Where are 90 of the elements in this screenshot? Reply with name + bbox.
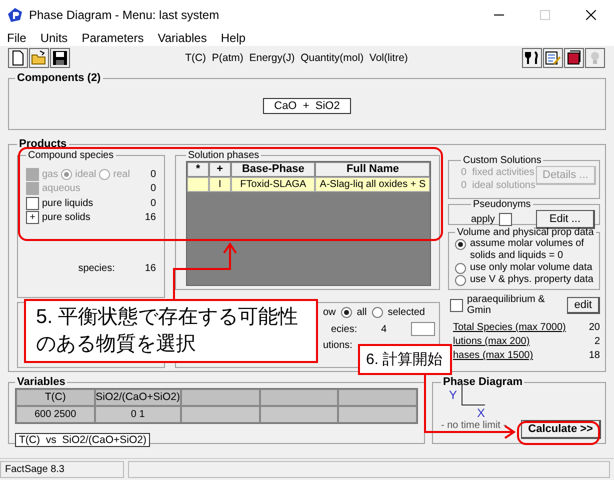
- species-count: 16: [144, 212, 156, 224]
- table-cell[interactable]: FToxid-SLAGA: [230, 177, 316, 192]
- species-count: 0: [150, 168, 156, 180]
- column-header: Full Name: [315, 162, 430, 177]
- panel-title: Products: [18, 138, 68, 150]
- radio-button[interactable]: [455, 275, 466, 286]
- panel-title: Variables: [16, 376, 66, 388]
- maximize-icon: [540, 10, 550, 20]
- edit-button[interactable]: Edit ...: [536, 210, 595, 229]
- total-label: lutions (max 200): [453, 336, 530, 347]
- callout-text: 6. 計算開始: [366, 350, 444, 370]
- radio-button[interactable]: [340, 307, 352, 318]
- option-label: ideal: [75, 168, 96, 180]
- species-label: aqueous: [42, 183, 80, 194]
- new-file-icon[interactable]: [10, 50, 26, 66]
- column-header: *: [187, 162, 209, 177]
- panel-title: Solution phases: [187, 150, 260, 161]
- column-header: T(C): [17, 390, 94, 405]
- option-label: use V & phys. property data: [470, 274, 594, 286]
- book-icon[interactable]: [566, 50, 582, 66]
- checkbox[interactable]: [498, 213, 512, 226]
- species-count: 0: [150, 183, 156, 194]
- callout-text: 5. 平衡状態で存在する可能性: [36, 305, 300, 330]
- callout-text: のある物質を選択: [36, 332, 197, 357]
- option-label: use only molar volume data: [470, 262, 592, 274]
- checkbox[interactable]: +: [26, 211, 39, 224]
- close-icon[interactable]: [586, 10, 596, 20]
- column-header: Base-Phase: [230, 162, 316, 177]
- species-count: 0: [150, 198, 156, 209]
- species-count: 16: [144, 263, 156, 274]
- solutions-label: utions:: [323, 340, 352, 351]
- folder-icon[interactable]: [31, 50, 47, 66]
- option-label: real: [113, 168, 130, 180]
- species-label: gas: [42, 168, 58, 180]
- edit-button[interactable]: edit: [567, 296, 600, 314]
- radio-button[interactable]: [372, 307, 383, 318]
- option-label: all: [356, 307, 367, 318]
- menu-item[interactable]: Variables: [158, 31, 207, 45]
- table-cell[interactable]: [182, 407, 259, 422]
- species-count: 4: [381, 324, 387, 334]
- total-label: Total Species (max 7000): [453, 322, 566, 333]
- axis-label: X: [477, 406, 486, 420]
- time-limit-label: - no time limit -: [441, 420, 507, 431]
- units-label: T(C) P(atm) Energy(J) Quantity(mol) Vol(litre): [184, 52, 409, 64]
- table-cell[interactable]: 600 2500: [17, 407, 94, 422]
- panel-title: Phase Diagram: [442, 376, 524, 388]
- show-label: ow: [322, 307, 336, 318]
- menu-item[interactable]: Units: [40, 31, 68, 45]
- panel-title: Volume and physical prop data: [456, 227, 595, 238]
- fork-knife-icon[interactable]: [524, 50, 540, 66]
- menu-item[interactable]: Parameters: [82, 31, 144, 45]
- notepad-pencil-icon[interactable]: [545, 50, 561, 66]
- axis-label: Y: [449, 388, 458, 404]
- radio-button[interactable]: [455, 263, 466, 274]
- species-label: species:: [78, 263, 115, 274]
- panel-title: Pseudonyms: [472, 199, 532, 210]
- species-label: pure solids: [42, 212, 90, 224]
- info-text: 0 fixed activities: [461, 166, 536, 179]
- column-header: +: [208, 162, 231, 177]
- checkbox[interactable]: [450, 298, 463, 312]
- table-cell[interactable]: [339, 407, 416, 422]
- option-label: selected: [388, 307, 425, 318]
- table-cell[interactable]: [260, 407, 338, 422]
- species-label: pure liquids: [42, 198, 94, 209]
- menu-item[interactable]: Help: [220, 31, 246, 45]
- table-cell[interactable]: I: [208, 177, 231, 192]
- total-value: 2: [594, 336, 600, 347]
- table-cell[interactable]: [187, 177, 209, 192]
- species-field[interactable]: [410, 322, 435, 336]
- status-text: FactSage 8.3: [0, 461, 124, 478]
- option-label: paraequilibrium & Gmin: [467, 294, 546, 316]
- radio-button[interactable]: [455, 239, 466, 250]
- panel-title: Components (2): [16, 72, 102, 84]
- checkbox[interactable]: [26, 196, 39, 210]
- total-label: hases (max 1500): [453, 350, 534, 361]
- components-field[interactable]: CaO + SiO2: [263, 98, 351, 114]
- info-text: 0 ideal solutions: [461, 179, 536, 192]
- apply-label: apply: [471, 214, 495, 225]
- app-logo-icon: [8, 8, 22, 22]
- menu-item[interactable]: File: [7, 31, 26, 45]
- species-label: ecies:: [331, 324, 358, 334]
- axes-field: T(C) vs SiO2/(CaO+SiO2): [15, 433, 150, 447]
- window-title: Phase Diagram - Menu: last system: [29, 8, 220, 22]
- total-value: 18: [588, 350, 600, 361]
- table-cell[interactable]: A-Slag-liq all oxides + S: [315, 177, 430, 192]
- panel-title: Compound species: [27, 150, 115, 161]
- panel-title: Custom Solutions: [462, 155, 542, 166]
- table-cell[interactable]: 0 1: [96, 407, 180, 422]
- total-value: 20: [588, 322, 600, 333]
- column-header: SiO2/(CaO+SiO2): [96, 390, 180, 405]
